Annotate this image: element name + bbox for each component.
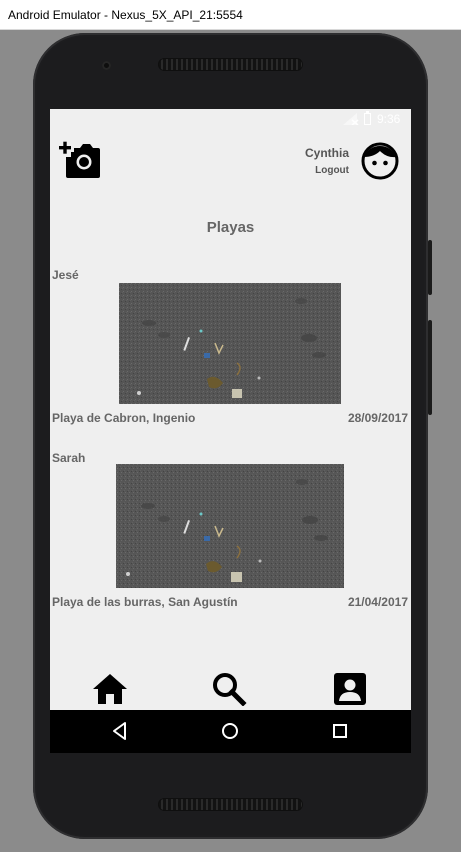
bottom-navigation <box>50 664 411 712</box>
recents-square-icon <box>333 724 347 738</box>
nav-search-button[interactable] <box>211 672 251 708</box>
home-circle-icon <box>222 723 238 739</box>
nav-profile-button[interactable] <box>332 672 372 708</box>
top-speaker-grille <box>158 58 303 71</box>
user-name: Cynthia <box>304 146 349 160</box>
back-triangle-icon <box>113 722 126 740</box>
power-button[interactable] <box>428 240 432 295</box>
post-user: Sarah <box>52 451 86 465</box>
front-camera <box>102 61 111 70</box>
post-place: Playa de las burras, San Agustín <box>52 595 238 609</box>
volume-rocker[interactable] <box>428 320 432 415</box>
system-navigation-bar <box>50 710 411 753</box>
battery-icon <box>364 111 371 125</box>
avatar[interactable] <box>361 142 399 180</box>
beach-sand-photo <box>116 464 344 588</box>
nav-home-button[interactable] <box>91 672 131 708</box>
system-recents-button[interactable] <box>329 720 351 742</box>
add-photo-button[interactable] <box>58 139 102 181</box>
post-date: 28/09/2017 <box>347 411 408 425</box>
logout-link[interactable]: Logout <box>315 165 349 176</box>
post-place: Playa de Cabron, Ingenio <box>52 411 196 425</box>
post-date: 21/04/2017 <box>347 595 408 609</box>
no-signal-icon <box>343 113 359 125</box>
account-box-icon <box>334 673 366 705</box>
beach-sand-photo <box>119 283 341 404</box>
bottom-speaker-grille <box>158 798 303 811</box>
device-screen: 9:36 Cynthia Logout Playas Jesé Playa de… <box>50 109 411 753</box>
face-icon <box>361 142 399 180</box>
post-user: Jesé <box>52 268 79 282</box>
home-icon <box>93 674 127 704</box>
add-photo-camera-icon <box>59 141 100 178</box>
status-bar: 9:36 <box>331 109 411 129</box>
system-home-button[interactable] <box>219 720 241 742</box>
post-photo[interactable] <box>116 464 344 588</box>
page-title: Playas <box>206 219 255 236</box>
status-time: 9:36 <box>377 112 401 126</box>
post-photo[interactable] <box>119 283 341 404</box>
emulator-window-title: Android Emulator - Nexus_5X_API_21:5554 <box>0 0 461 30</box>
search-icon <box>213 673 247 707</box>
system-back-button[interactable] <box>109 720 131 742</box>
